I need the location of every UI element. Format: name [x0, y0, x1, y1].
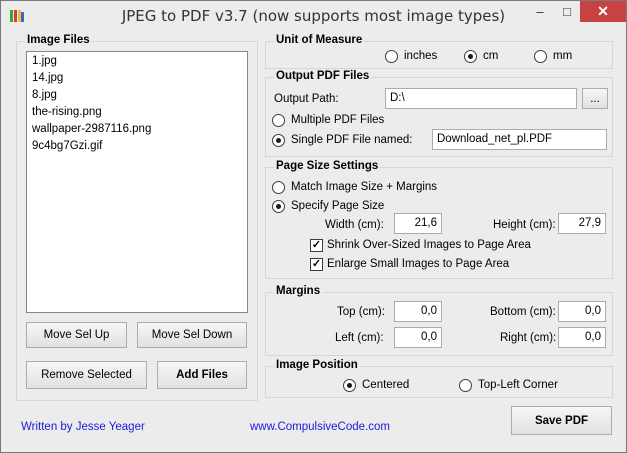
browse-button[interactable]: ...	[582, 88, 608, 109]
app-window: JPEG to PDF v3.7 (now supports most imag…	[0, 0, 627, 453]
radio-match-image-size[interactable]	[272, 181, 285, 194]
remove-selected-button[interactable]: Remove Selected	[26, 361, 147, 389]
enlarge-label: Enlarge Small Images to Page Area	[327, 258, 510, 270]
height-label: Height (cm):	[493, 219, 556, 231]
radio-single-pdf[interactable]	[272, 134, 285, 147]
radio-cm[interactable]	[464, 50, 477, 63]
enlarge-checkbox[interactable]: ✓	[310, 258, 323, 271]
left-margin-input[interactable]: 0,0	[394, 327, 442, 348]
add-files-button[interactable]: Add Files	[157, 361, 247, 389]
radio-inches[interactable]	[385, 50, 398, 63]
output-pdf-title: Output PDF Files	[274, 70, 372, 82]
image-position-title: Image Position	[274, 359, 360, 371]
image-file-list[interactable]: 1.jpg 14.jpg 8.jpg the-rising.png wallpa…	[26, 51, 248, 313]
output-path-label: Output Path:	[274, 93, 339, 105]
top-margin-label: Top (cm):	[337, 306, 385, 318]
inches-label: inches	[404, 50, 438, 62]
radio-mm[interactable]	[534, 50, 547, 63]
centered-label: Centered	[362, 379, 410, 391]
specify-page-size-label: Specify Page Size	[291, 200, 385, 212]
title-bar: JPEG to PDF v3.7 (now supports most imag…	[1, 1, 626, 31]
bottom-margin-label: Bottom (cm):	[490, 306, 556, 318]
radio-multiple-pdf[interactable]	[272, 114, 285, 127]
radio-centered[interactable]	[343, 379, 356, 392]
website-link[interactable]: www.CompulsiveCode.com	[250, 421, 390, 433]
right-margin-label: Right (cm):	[500, 332, 557, 344]
image-files-title: Image Files	[25, 34, 92, 46]
height-input[interactable]: 27,9	[558, 213, 606, 234]
radio-top-left-corner[interactable]	[459, 379, 472, 392]
mm-label: mm	[553, 50, 573, 62]
multiple-pdf-label: Multiple PDF Files	[291, 114, 385, 126]
width-label: Width (cm):	[325, 219, 384, 231]
list-item[interactable]: 14.jpg	[32, 72, 63, 84]
cm-label: cm	[483, 50, 499, 62]
list-item[interactable]: the-rising.png	[32, 106, 102, 118]
match-image-size-label: Match Image Size + Margins	[291, 181, 438, 193]
shrink-label: Shrink Over-Sized Images to Page Area	[327, 239, 531, 251]
bottom-margin-input[interactable]: 0,0	[558, 301, 606, 322]
minimize-button[interactable]: –	[526, 1, 554, 22]
move-sel-up-button[interactable]: Move Sel Up	[26, 322, 127, 348]
unit-of-measure-title: Unit of Measure	[274, 34, 365, 46]
shrink-checkbox[interactable]: ✓	[310, 239, 323, 252]
list-item[interactable]: wallpaper-2987116.png	[32, 123, 151, 135]
image-position-group: Image Position	[265, 359, 613, 398]
list-item[interactable]: 1.jpg	[32, 55, 57, 67]
page-size-title: Page Size Settings	[274, 160, 381, 172]
save-pdf-button[interactable]: Save PDF	[511, 406, 612, 435]
top-margin-input[interactable]: 0,0	[394, 301, 442, 322]
author-link[interactable]: Written by Jesse Yeager	[21, 421, 145, 433]
close-button[interactable]: ✕	[580, 1, 626, 22]
width-input[interactable]: 21,6	[394, 213, 442, 234]
move-sel-down-button[interactable]: Move Sel Down	[137, 322, 247, 348]
list-item[interactable]: 9c4bg7Gzi.gif	[32, 140, 102, 152]
single-pdf-label: Single PDF File named:	[291, 134, 413, 146]
single-pdf-name-input[interactable]: Download_net_pl.PDF	[432, 129, 607, 150]
list-item[interactable]: 8.jpg	[32, 89, 57, 101]
right-margin-input[interactable]: 0,0	[558, 327, 606, 348]
margins-title: Margins	[274, 285, 323, 297]
top-left-corner-label: Top-Left Corner	[478, 379, 558, 391]
output-path-input[interactable]: D:\	[385, 88, 577, 109]
radio-specify-page-size[interactable]	[272, 200, 285, 213]
left-margin-label: Left (cm):	[335, 332, 384, 344]
maximize-button[interactable]: □	[553, 1, 581, 22]
